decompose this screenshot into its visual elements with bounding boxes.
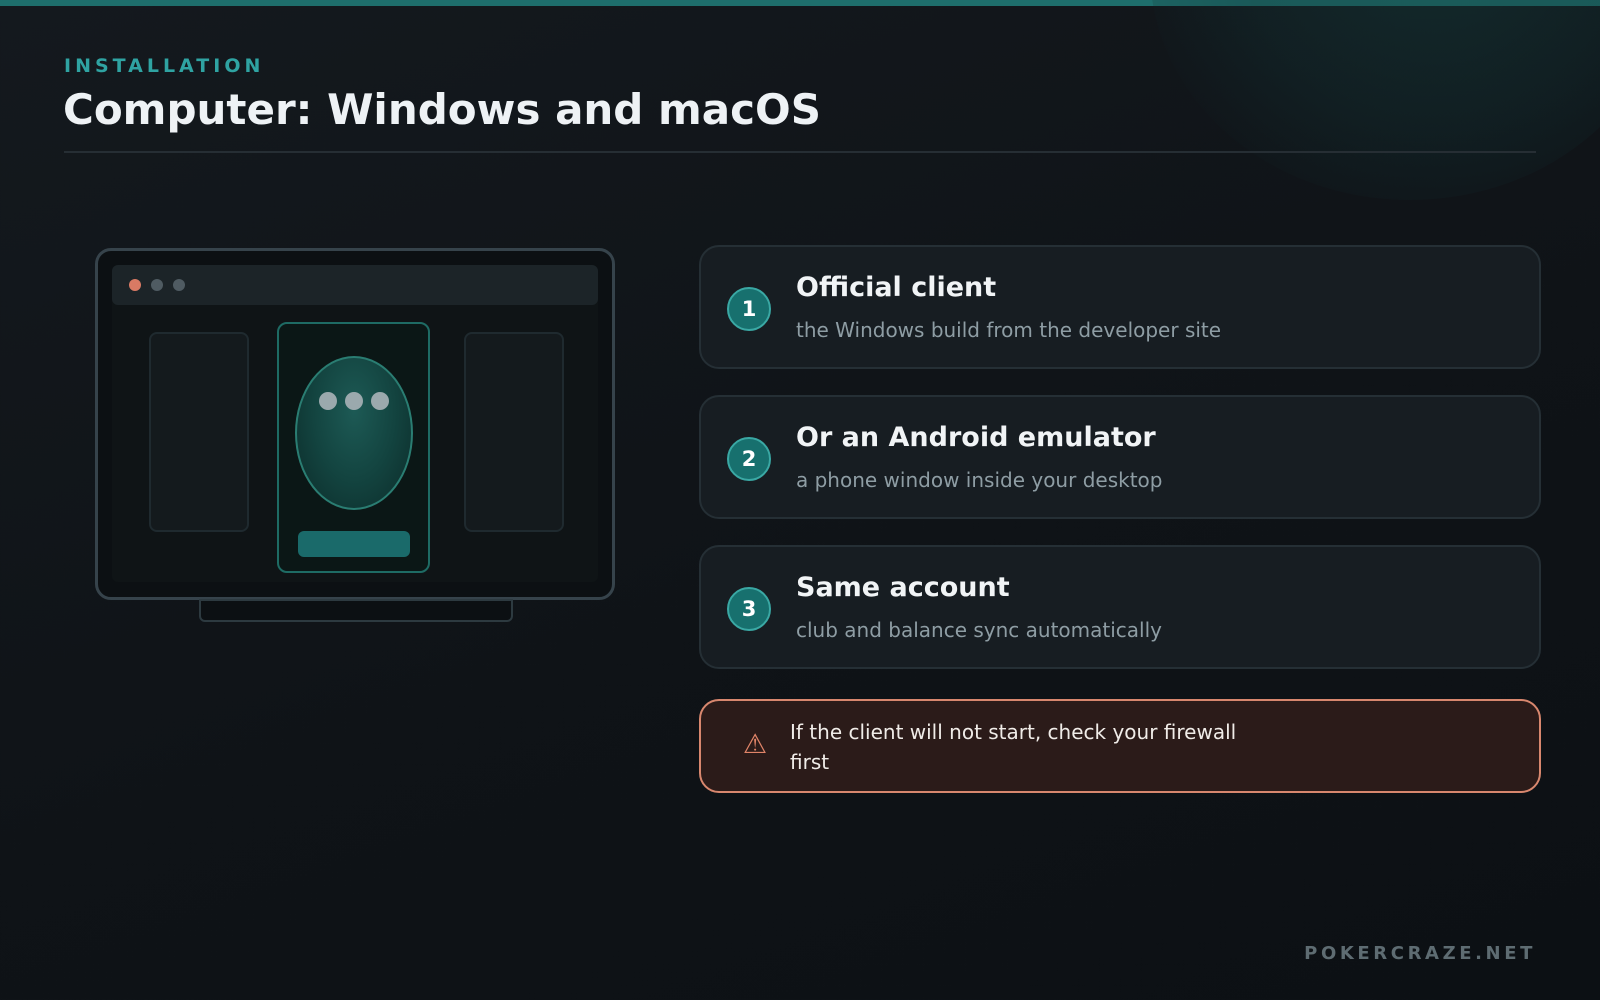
page-title: Computer: Windows and macOS (63, 85, 821, 134)
seat-dot-icon (345, 392, 363, 410)
step-number-badge: 3 (727, 587, 771, 631)
window-titlebar (112, 265, 598, 305)
seat-dot-icon (319, 392, 337, 410)
window-maximize-dot-icon (173, 279, 185, 291)
step-number-badge: 2 (727, 437, 771, 481)
placeholder-card-left (149, 332, 249, 532)
section-eyebrow: INSTALLATION (64, 55, 265, 77)
step-title: Official client (796, 272, 997, 303)
monitor-stand (199, 599, 513, 622)
monitor-illustration (95, 248, 615, 600)
step-title: Or an Android emulator (796, 422, 1156, 453)
step-card-same-account: 3 Same account club and balance sync aut… (699, 545, 1541, 669)
warning-triangle-icon: ⚠ (743, 729, 768, 760)
placeholder-card-right (464, 332, 564, 532)
phone-app-card (277, 322, 430, 573)
poker-table-icon (295, 356, 413, 510)
step-title: Same account (796, 572, 1010, 603)
step-description: club and balance sync automatically (796, 618, 1162, 642)
firewall-warning-callout: ⚠ If the client will not start, check yo… (699, 699, 1541, 793)
corner-glow-decoration (1150, 0, 1600, 200)
monitor-screen (112, 265, 598, 582)
step-number-badge: 1 (727, 287, 771, 331)
warning-text: If the client will not start, check your… (790, 720, 1237, 774)
window-minimize-dot-icon (151, 279, 163, 291)
step-description: the Windows build from the developer sit… (796, 318, 1222, 342)
window-close-dot-icon (129, 279, 141, 291)
step-description: a phone window inside your desktop (796, 468, 1163, 492)
app-action-bar (298, 531, 410, 557)
step-card-android-emulator: 2 Or an Android emulator a phone window … (699, 395, 1541, 519)
footer-brand: POKERCRAZE.NET (1304, 943, 1536, 964)
step-card-official-client: 1 Official client the Windows build from… (699, 245, 1541, 369)
seat-dot-icon (371, 392, 389, 410)
title-divider (64, 151, 1536, 153)
